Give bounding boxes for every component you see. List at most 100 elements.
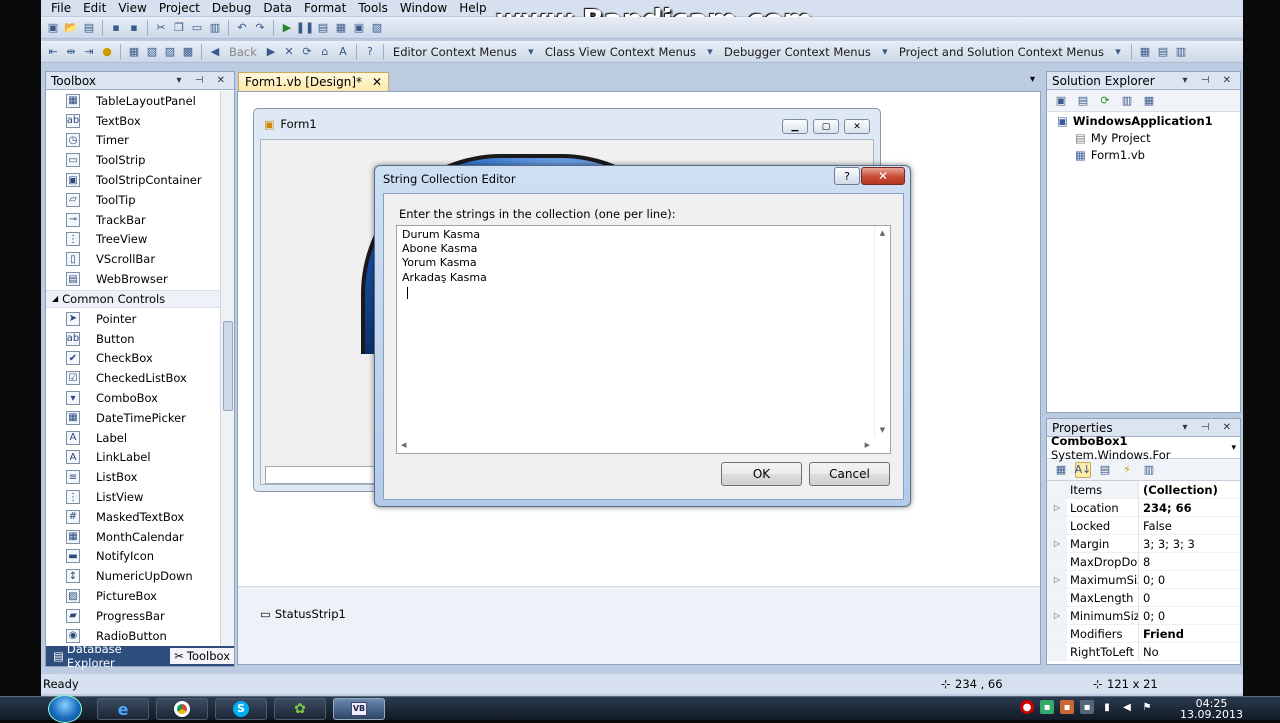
property-row-location[interactable]: ▷ Location 234; 66 [1047, 499, 1240, 517]
expand-icon[interactable] [1047, 625, 1067, 642]
layout-icon[interactable]: ▤ [1155, 44, 1171, 60]
toolbox-item-timer[interactable]: ◷ Timer [46, 131, 220, 151]
property-row-modifiers[interactable]: Modifiers Friend [1047, 625, 1240, 643]
stop-icon[interactable]: ✕ [281, 44, 297, 60]
open-file-icon[interactable]: 📂 [63, 20, 79, 36]
minimize-button[interactable]: ▁ [782, 119, 808, 134]
property-row-maxdropdow[interactable]: MaxDropDow8 [1047, 553, 1240, 571]
property-row-maxlength[interactable]: MaxLength 0 [1047, 589, 1240, 607]
menu-data[interactable]: Data [257, 0, 298, 16]
align-lefts-icon[interactable]: ⇤ [45, 44, 61, 60]
format-icon[interactable]: ▨ [162, 44, 178, 60]
expand-icon[interactable] [1047, 481, 1067, 498]
property-row-margin[interactable]: ▷ Margin 3; 3; 3; 3 [1047, 535, 1240, 553]
toolbox-item-toolstrip[interactable]: ▭ ToolStrip [46, 150, 220, 170]
toolbox-item-checkedlistbox[interactable]: ☑ CheckedListBox [46, 368, 220, 388]
property-row-maximumsize[interactable]: ▷MaximumSize0; 0 [1047, 571, 1240, 589]
tree-node-form1[interactable]: ▦ Form1.vb [1047, 146, 1240, 163]
cut-icon[interactable]: ✂ [153, 20, 169, 36]
project-solution-context-menus-dropdown[interactable]: Project and Solution Context Menus [895, 45, 1108, 59]
cancel-button[interactable]: Cancel [809, 462, 890, 486]
chevron-down-icon[interactable]: ▾ [702, 44, 718, 60]
panel-controls[interactable]: ▾ ⊣ ✕ [1183, 422, 1236, 433]
panel-controls[interactable]: ▾ ⊣ ✕ [1183, 75, 1236, 86]
toolbox-item-monthcalendar[interactable]: ▦ MonthCalendar [46, 527, 220, 547]
alphabetical-icon[interactable]: A↓ [1075, 461, 1091, 478]
align-centers-icon[interactable]: ⇹ [63, 44, 79, 60]
toolbox-item-linklabel[interactable]: A LinkLabel [46, 448, 220, 468]
toolbox-item-button[interactable]: ab Button [46, 329, 220, 349]
tray-app-icon[interactable]: ▪ [1040, 700, 1054, 714]
property-value[interactable]: 8 [1139, 553, 1240, 570]
chevron-down-icon[interactable]: ▾ [1110, 44, 1126, 60]
menu-format[interactable]: Format [298, 0, 352, 16]
property-row-locked[interactable]: Locked False [1047, 517, 1240, 535]
strings-textarea[interactable]: Durum Kasma Abone Kasma Yorum Kasma Arkadaş… [396, 225, 891, 454]
layout-icon[interactable]: ▥ [1173, 44, 1189, 60]
menu-tools[interactable]: Tools [352, 0, 394, 16]
chevron-down-icon[interactable]: ▾ [877, 44, 893, 60]
toolbox-item-textbox[interactable]: ab TextBox [46, 111, 220, 131]
property-row-righttoleft[interactable]: RightToLeft No [1047, 643, 1240, 661]
object-selector[interactable]: ComboBox1 System.Windows.For ▾ [1047, 434, 1240, 462]
align-rights-icon[interactable]: ⇥ [81, 44, 97, 60]
close-button[interactable]: ✕ [861, 167, 905, 185]
menu-window[interactable]: Window [394, 0, 453, 16]
toolbox-item-tooltip[interactable]: ▱ ToolTip [46, 190, 220, 210]
status-strip-control[interactable] [265, 466, 375, 484]
property-value[interactable]: 0 [1139, 589, 1240, 606]
scroll-right-icon[interactable]: ▶ [865, 441, 870, 449]
textarea-horizontal-scrollbar[interactable]: ◀ ▶ [397, 437, 874, 453]
toolbox-item-picturebox[interactable]: ▨ PictureBox [46, 586, 220, 606]
tree-node-project[interactable]: ▣ WindowsApplication1 [1047, 112, 1240, 129]
format-icon[interactable]: ▦ [126, 44, 142, 60]
toolbox-item-treeview[interactable]: ⋮ TreeView [46, 230, 220, 250]
menu-file[interactable]: File [45, 0, 77, 16]
view-designer-icon[interactable]: ▦ [1141, 93, 1157, 109]
toolbox-item-pointer[interactable]: ➤ Pointer [46, 309, 220, 329]
property-row-items[interactable]: Items (Collection) [1047, 481, 1240, 499]
step-icon[interactable]: ▤ [315, 20, 331, 36]
undo-icon[interactable]: ↶ [234, 20, 250, 36]
network-icon[interactable]: ▮ [1100, 700, 1114, 714]
help-icon[interactable]: ? [362, 44, 378, 60]
save-all-icon[interactable]: ▪ [126, 20, 142, 36]
start-debug-icon[interactable]: ▶ [279, 20, 295, 36]
toolbox-item-numericupdown[interactable]: ↕ NumericUpDown [46, 566, 220, 586]
expand-icon[interactable]: ▷ [1047, 571, 1067, 588]
properties-window-icon[interactable]: ▣ [351, 20, 367, 36]
properties-icon[interactable]: ▣ [1053, 93, 1069, 109]
taskbar-ie[interactable]: e [97, 698, 149, 720]
format-icon[interactable]: ▧ [144, 44, 160, 60]
expand-icon[interactable]: ▷ [1047, 535, 1067, 552]
property-row-minimumsize[interactable]: ▷MinimumSize0; 0 [1047, 607, 1240, 625]
property-pages-icon[interactable]: ▥ [1141, 462, 1157, 478]
close-icon[interactable]: ✕ [372, 75, 382, 89]
scroll-down-icon[interactable]: ▼ [880, 426, 885, 434]
toolbox-item-vscrollbar[interactable]: ▯ VScrollBar [46, 249, 220, 269]
expand-icon[interactable] [1047, 553, 1067, 570]
flag-icon[interactable]: ⚑ [1140, 700, 1154, 714]
toolbox-item-trackbar[interactable]: ⊸ TrackBar [46, 210, 220, 230]
refresh-icon[interactable]: ⟳ [1097, 93, 1113, 109]
taskbar-visual-basic[interactable]: VB [333, 698, 385, 720]
property-value[interactable]: Friend [1139, 625, 1240, 642]
view-code-icon[interactable]: ▥ [1119, 93, 1135, 109]
taskbar-skype[interactable]: S [215, 698, 267, 720]
back-button[interactable]: Back [225, 45, 261, 59]
tray-app-icon[interactable]: ▪ [1060, 700, 1074, 714]
scrollbar-thumb[interactable] [223, 321, 233, 411]
tab-form1-design[interactable]: Form1.vb [Design]* ✕ [238, 72, 390, 91]
add-item-icon[interactable]: ▤ [81, 20, 97, 36]
menu-edit[interactable]: Edit [77, 0, 112, 16]
property-value[interactable]: No [1139, 643, 1240, 660]
toolbox-category-common-controls[interactable]: ◢ Common Controls [46, 289, 220, 308]
toolbox-scrollbar[interactable] [220, 91, 234, 646]
expand-icon[interactable] [1047, 589, 1067, 606]
chevron-down-icon[interactable]: ▾ [1231, 443, 1236, 453]
tab-database-explorer[interactable]: ▤ Database Explorer [49, 641, 166, 671]
scroll-up-icon[interactable]: ▲ [880, 229, 885, 237]
tree-node-my-project[interactable]: ▤ My Project [1047, 129, 1240, 146]
home-icon[interactable]: ⌂ [317, 44, 333, 60]
toolbox-item-maskedtextbox[interactable]: # MaskedTextBox [46, 507, 220, 527]
